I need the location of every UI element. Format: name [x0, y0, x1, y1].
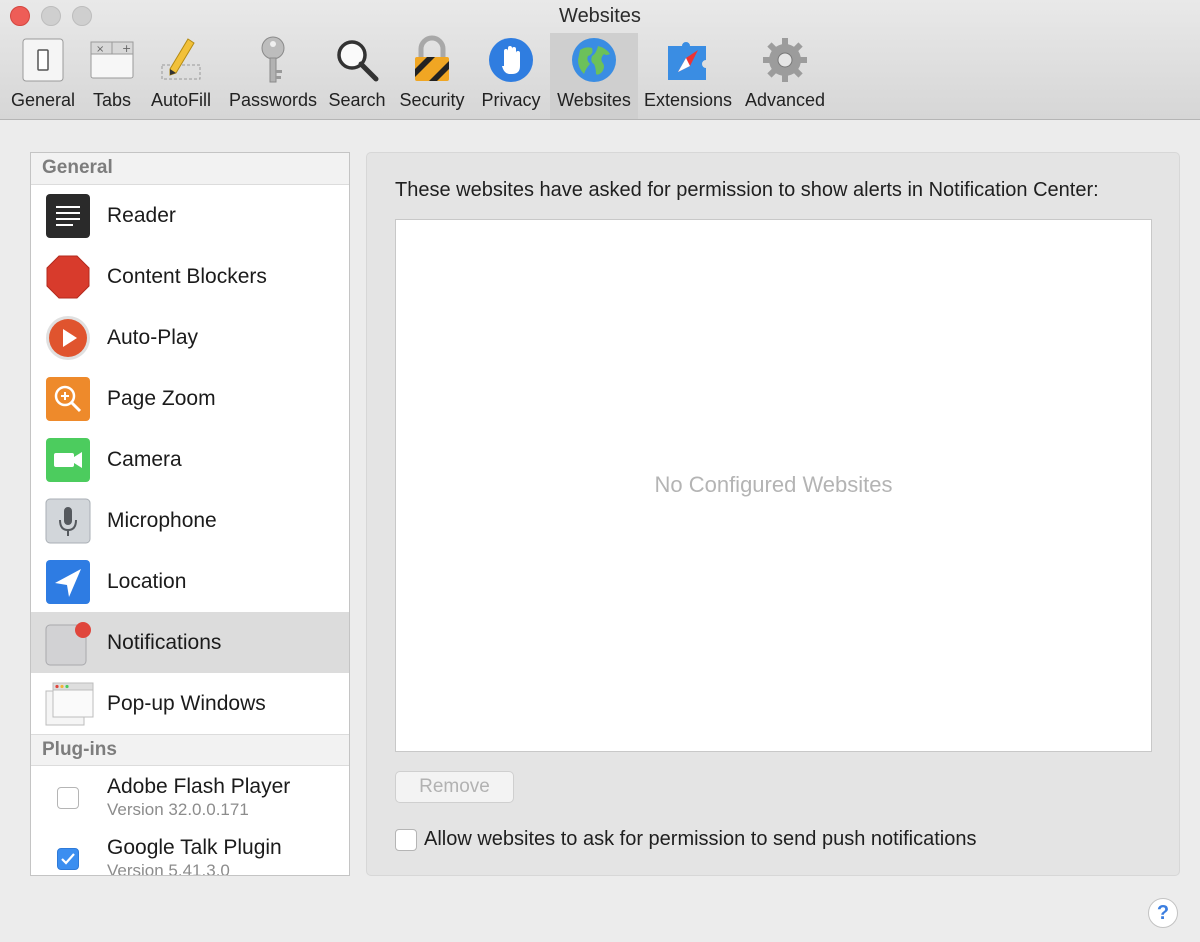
svg-text:+: + — [122, 42, 131, 55]
reader-icon — [45, 193, 91, 239]
allow-push-checkbox[interactable] — [395, 828, 417, 851]
pencil-icon — [155, 33, 207, 87]
checkmark-icon — [61, 853, 75, 865]
section-header-plugins: Plug-ins — [31, 734, 349, 766]
panel-heading: These websites have asked for permission… — [395, 179, 1099, 201]
toolbar-websites[interactable]: Websites — [550, 33, 638, 119]
toolbar-label: Advanced — [744, 90, 826, 110]
sidebar-item-camera[interactable]: Camera — [31, 429, 349, 490]
toolbar-label: Security — [399, 90, 465, 110]
key-icon — [247, 33, 299, 87]
sidebar-item-label: Content Blockers — [107, 264, 267, 288]
puzzle-compass-icon — [662, 33, 714, 87]
toolbar-autofill[interactable]: AutoFill — [138, 33, 224, 119]
sidebar-item-notifications[interactable]: Notifications — [31, 612, 349, 673]
plugin-checkbox[interactable] — [57, 787, 79, 809]
sidebar-item-label: Camera — [107, 447, 182, 471]
window-title: Websites — [559, 5, 641, 27]
magnifier-icon — [331, 33, 383, 87]
sidebar-item-auto-play[interactable]: Auto-Play — [31, 307, 349, 368]
tabs-icon: × + — [86, 33, 138, 87]
sidebar-item-microphone[interactable]: Microphone — [31, 490, 349, 551]
sidebar-item-reader[interactable]: Reader — [31, 185, 349, 246]
sidebar-item-label: Auto-Play — [107, 325, 199, 349]
stop-sign-icon — [45, 254, 91, 300]
websites-sidebar[interactable]: General Reader Content Blockers Auto-Pla… — [30, 152, 350, 876]
empty-state-text: No Configured Websites — [654, 472, 893, 497]
websites-list[interactable]: No Configured Websites — [395, 219, 1152, 752]
sidebar-item-label: Reader — [107, 203, 176, 227]
plugin-google-talk[interactable]: Google Talk Plugin Version 5.41.3.0 — [31, 827, 349, 876]
zoom-icon — [45, 376, 91, 422]
toolbar-label: Tabs — [92, 90, 132, 110]
hand-icon — [485, 33, 537, 87]
toolbar-extensions[interactable]: Extensions — [638, 33, 738, 119]
allow-push-label: Allow websites to ask for permission to … — [424, 828, 977, 850]
location-arrow-icon — [45, 559, 91, 605]
toolbar-label: Passwords — [228, 90, 318, 110]
toolbar-label: Search — [328, 90, 386, 110]
sidebar-item-label: Page Zoom — [107, 386, 216, 410]
popup-windows-icon — [45, 681, 94, 727]
toolbar-privacy[interactable]: Privacy — [472, 33, 550, 119]
toolbar-passwords[interactable]: Passwords — [224, 33, 322, 119]
toolbar-search[interactable]: Search — [322, 33, 392, 119]
toolbar-label: Extensions — [643, 90, 733, 110]
globe-icon — [568, 33, 620, 87]
sidebar-item-content-blockers[interactable]: Content Blockers — [31, 246, 349, 307]
toolbar-label: Websites — [557, 90, 631, 110]
toolbar-tabs[interactable]: × + Tabs — [86, 33, 138, 119]
plugin-version: Version 32.0.0.171 — [107, 800, 249, 819]
plugin-version: Version 5.41.3.0 — [107, 861, 230, 876]
remove-button[interactable]: Remove — [395, 771, 514, 803]
section-header-general: General — [31, 153, 349, 185]
sidebar-item-label: Microphone — [107, 508, 217, 532]
toolbar-general[interactable]: General — [0, 33, 86, 119]
switch-icon — [17, 33, 69, 87]
plugin-adobe-flash-player[interactable]: Adobe Flash Player Version 32.0.0.171 — [31, 766, 349, 827]
plugin-checkbox[interactable] — [57, 848, 79, 870]
notifications-panel: These websites have asked for permission… — [366, 152, 1180, 876]
padlock-icon — [406, 33, 458, 87]
sidebar-item-label: Notifications — [107, 630, 222, 654]
toolbar-label: General — [10, 90, 76, 110]
camera-icon — [45, 437, 91, 483]
microphone-icon — [45, 498, 91, 544]
toolbar-advanced[interactable]: Advanced — [738, 33, 832, 119]
sidebar-item-label: Pop-up Windows — [107, 691, 266, 715]
toolbar-label: Privacy — [481, 90, 541, 110]
plugin-name: Adobe Flash Player — [107, 775, 291, 798]
plugin-name: Google Talk Plugin — [107, 836, 282, 859]
allow-push-notifications-option[interactable]: Allow websites to ask for permission to … — [395, 828, 977, 851]
sidebar-item-location[interactable]: Location — [31, 551, 349, 612]
sidebar-item-label: Location — [107, 569, 187, 593]
preferences-toolbar: General × + Tabs AutoFill Passwords Searc… — [0, 33, 832, 119]
help-button[interactable]: ? — [1148, 898, 1178, 928]
gear-icon — [759, 33, 811, 87]
toolbar-label: AutoFill — [150, 90, 212, 110]
toolbar-security[interactable]: Security — [392, 33, 472, 119]
sidebar-item-pop-up-windows[interactable]: Pop-up Windows — [31, 673, 349, 734]
window-titlebar: Websites General × + Tabs AutoFill Passwo… — [0, 0, 1200, 120]
notification-badge-icon — [45, 620, 91, 666]
play-icon — [45, 315, 91, 361]
svg-text:×: × — [96, 44, 104, 55]
sidebar-item-page-zoom[interactable]: Page Zoom — [31, 368, 349, 429]
